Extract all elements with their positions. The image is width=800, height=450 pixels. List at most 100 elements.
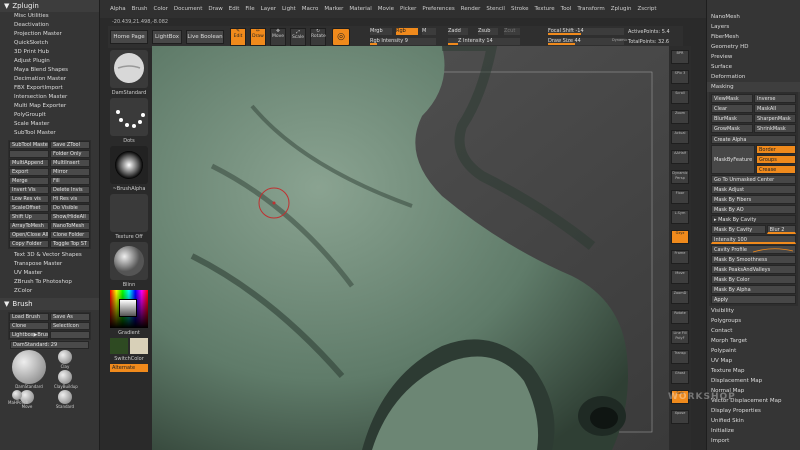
menu-item-stroke[interactable]: Stroke (511, 6, 529, 12)
menu-item-document[interactable]: Document (174, 6, 203, 12)
tool-menu-item[interactable]: Contact (707, 326, 800, 336)
draw-tool-button[interactable]: ✏ Draw (250, 28, 266, 46)
subtool-button[interactable]: Save ZTool (50, 141, 90, 149)
brush-slider[interactable]: DamStandard: 29 (10, 341, 89, 349)
shelf-button[interactable]: Scroll (671, 90, 689, 104)
shelf-button[interactable]: Move (671, 270, 689, 284)
edit-tool-button[interactable]: ✎ Edit (230, 28, 246, 46)
tool-menu-item[interactable]: Polygroups (707, 316, 800, 326)
shelf-button[interactable]: BPR (671, 50, 689, 64)
mask-button[interactable]: MaskAll (754, 104, 796, 113)
mask-item-button[interactable]: Mask By Smoothness (711, 255, 796, 264)
menu-item-edit[interactable]: Edit (229, 6, 240, 12)
menu-item-picker[interactable]: Picker (400, 6, 416, 12)
zplugin-item[interactable]: Projection Master (0, 30, 99, 39)
shelf-button[interactable]: ZoomD (671, 290, 689, 304)
canvas-viewport[interactable] (152, 46, 669, 450)
brush-header[interactable]: ▼ Brush (0, 298, 99, 310)
cavity-profile-curve[interactable]: Cavity Profile (711, 245, 796, 254)
tool-menu-item[interactable]: Geometry HD (707, 42, 800, 52)
subtool-button[interactable]: Export (9, 168, 49, 176)
mask-button[interactable]: Clear (711, 104, 753, 113)
subtool-button[interactable]: NanoToMesh (50, 222, 90, 230)
subtool-button[interactable]: Fill (50, 177, 90, 185)
tool-menu-item[interactable]: Layers (707, 22, 800, 32)
tool-menu-item[interactable]: Morph Target (707, 336, 800, 346)
shelf-button[interactable]: Xpose (671, 410, 689, 424)
stroke-thumb[interactable] (110, 98, 148, 136)
menu-item-stencil[interactable]: Stencil (486, 6, 505, 12)
tool-menu-item[interactable]: Initialize (707, 426, 800, 436)
lightbox-button[interactable]: LightBox (152, 30, 182, 44)
secondary-color-swatch[interactable] (130, 338, 148, 354)
zcut-button[interactable]: Zcut (504, 28, 520, 35)
subtool-button[interactable]: Copy Folder (9, 240, 49, 248)
tool-menu-item[interactable]: Surface (707, 62, 800, 72)
mask-button[interactable]: SharpenMask (754, 114, 796, 123)
tool-menu-item[interactable]: Displacement Map (707, 376, 800, 386)
subtool-button[interactable]: Merge (9, 177, 49, 185)
menu-item-macro[interactable]: Macro (302, 6, 319, 12)
subtool-button[interactable]: Mirror (50, 168, 90, 176)
dynamic-toggle[interactable]: Dynamic (612, 38, 627, 42)
brush-action-button[interactable] (50, 331, 90, 339)
goto-unmasked-button[interactable]: Go To Unmasked Center (711, 175, 796, 184)
subtool-button[interactable]: Folder Only (50, 150, 90, 158)
menu-item-alpha[interactable]: Alpha (110, 6, 126, 12)
shelf-button[interactable]: Ghost (671, 370, 689, 384)
zplugin-item[interactable]: Decimation Master (0, 75, 99, 84)
mask-button[interactable]: ViewMask (711, 94, 753, 103)
shelf-button[interactable]: Actual (671, 130, 689, 144)
shelf-button[interactable]: L.Sym (671, 210, 689, 224)
alternate-button[interactable]: Alternate (110, 364, 148, 372)
mask-fibers-button[interactable]: Mask By Fibers (711, 195, 796, 204)
mask-item-button[interactable]: Mask By Alpha (711, 285, 796, 294)
subtool-button[interactable]: ArrayToMesh (9, 222, 49, 230)
z-intensity-slider[interactable]: Z Intensity 14 (448, 38, 520, 45)
crease-toggle[interactable]: Crease (756, 165, 796, 174)
tool-menu-item[interactable]: Texture Map (707, 366, 800, 376)
zplugin-item[interactable]: Intersection Master (0, 93, 99, 102)
tool-menu-item[interactable]: Unified Skin (707, 416, 800, 426)
mask-by-feature-button[interactable]: MaskByFeature (711, 145, 755, 174)
mask-button[interactable]: Inverse (754, 94, 796, 103)
menu-item-render[interactable]: Render (461, 6, 481, 12)
tool-menu-item[interactable]: Visibility (707, 306, 800, 316)
zplugin-item[interactable]: Misc Utilities (0, 12, 99, 21)
subtool-button[interactable]: SubTool Master (9, 141, 49, 149)
subtool-button[interactable]: MultiAppend (9, 159, 49, 167)
menu-item-color[interactable]: Color (154, 6, 168, 12)
gizmo-button[interactable]: ◎ (332, 28, 350, 46)
shelf-button[interactable]: Frame (671, 250, 689, 264)
live-boolean-button[interactable]: Live Boolean (186, 30, 224, 44)
brush-thumbnail[interactable]: Clay (54, 350, 76, 369)
material-thumb[interactable] (110, 242, 148, 280)
zplugin-item[interactable]: Text 3D & Vector Shapes (0, 251, 99, 260)
subtool-button[interactable]: Invert Vis (9, 186, 49, 194)
mask-cavity-header[interactable]: ▸ Mask By Cavity (711, 215, 796, 224)
zplugin-item[interactable]: 3D Print Hub (0, 48, 99, 57)
zplugin-item[interactable]: ZColor (0, 287, 99, 296)
menu-item-tool[interactable]: Tool (561, 6, 572, 12)
tool-menu-item[interactable]: UV Map (707, 356, 800, 366)
menu-item-draw[interactable]: Draw (208, 6, 222, 12)
alpha-thumb[interactable] (110, 146, 148, 184)
brush-thumbnail[interactable]: DamStandard (8, 350, 50, 389)
zplugin-item[interactable]: PolyGroupIt (0, 111, 99, 120)
menu-item-preferences[interactable]: Preferences (422, 6, 454, 12)
subtool-button[interactable]: MultiInsert (50, 159, 90, 167)
brush-thumbnail[interactable]: ClayBuildup (54, 370, 78, 389)
subtool-button[interactable]: Low Res vis (9, 195, 49, 203)
create-alpha-button[interactable]: Create Alpha (711, 135, 796, 144)
menu-item-movie[interactable]: Movie (378, 6, 394, 12)
color-picker[interactable] (110, 290, 148, 328)
subtool-button[interactable]: Shift Up (9, 213, 49, 221)
menu-item-file[interactable]: File (245, 6, 254, 12)
shelf-button[interactable]: Rotate (671, 310, 689, 324)
main-color-swatch[interactable] (110, 338, 128, 354)
zplugin-item[interactable]: FBX ExportImport (0, 84, 99, 93)
border-toggle[interactable]: Border (756, 145, 796, 154)
menu-item-transform[interactable]: Transform (577, 6, 604, 12)
subtool-button[interactable] (9, 150, 49, 158)
brush-thumbnail[interactable]: Standard (54, 390, 76, 409)
